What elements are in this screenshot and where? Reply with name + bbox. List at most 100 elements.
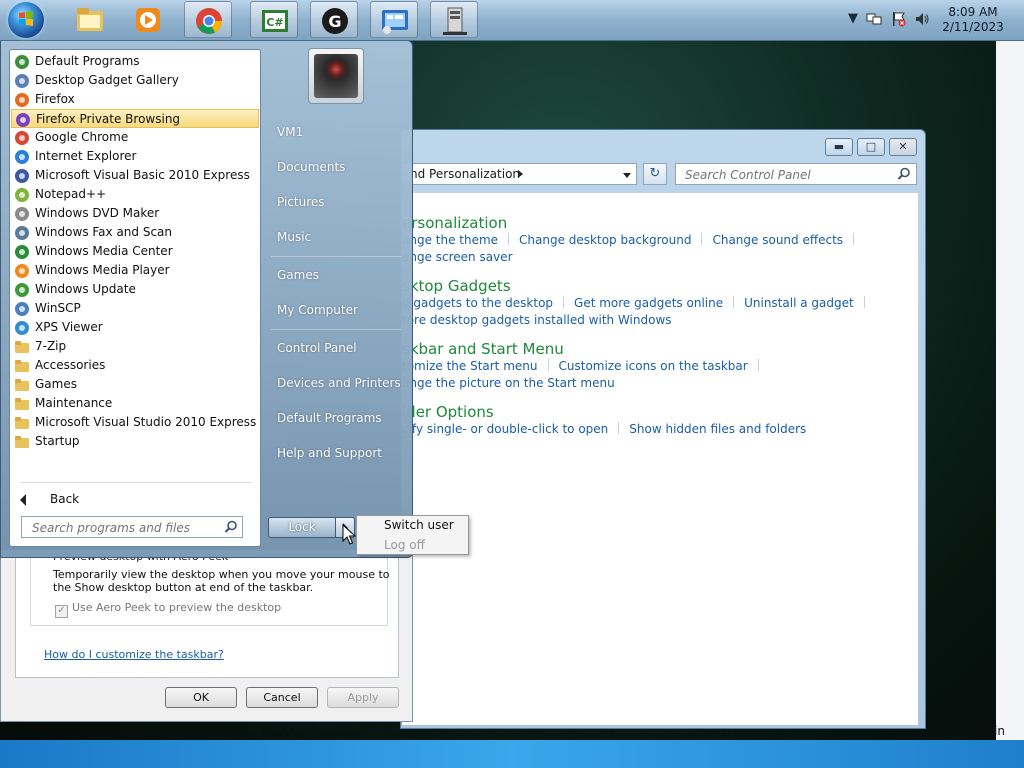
start-item-vm1[interactable]: VM1 bbox=[267, 117, 407, 147]
taskbar-server[interactable] bbox=[430, 1, 478, 38]
svg-text:G: G bbox=[328, 12, 341, 31]
taskbar-csharp[interactable]: C# bbox=[250, 1, 298, 38]
program-item-windows-dvd-maker[interactable]: Windows DVD Maker bbox=[11, 204, 259, 223]
taskbar: C# G ▼ 8:09 AM 2/11/2023 bbox=[0, 0, 1024, 41]
link-restore-gadgets[interactable]: tore desktop gadgets installed with Wind… bbox=[402, 313, 672, 327]
network-icon[interactable] bbox=[866, 11, 882, 27]
program-item-maintenance[interactable]: Maintenance bbox=[11, 394, 259, 413]
start-item-documents[interactable]: Documents bbox=[267, 152, 407, 182]
program-item-startup[interactable]: Startup bbox=[11, 432, 259, 451]
program-item-notepad[interactable]: Notepad++ bbox=[11, 185, 259, 204]
program-item-accessories[interactable]: Accessories bbox=[11, 356, 259, 375]
program-item-microsoft-visual-basic-2010-express[interactable]: Microsoft Visual Basic 2010 Express bbox=[11, 166, 259, 185]
program-item-windows-update[interactable]: Windows Update bbox=[11, 280, 259, 299]
search-icon[interactable] bbox=[224, 520, 238, 534]
background-text-fragment: in bbox=[994, 724, 1005, 738]
link-sound-effects[interactable]: Change sound effects bbox=[712, 233, 843, 247]
taskbar-chrome[interactable] bbox=[184, 1, 232, 38]
minimize-button[interactable]: ▬ bbox=[825, 138, 853, 156]
link-change-theme[interactable]: ange the theme bbox=[402, 233, 498, 247]
search-input[interactable] bbox=[683, 165, 887, 185]
program-item-desktop-gadget-gallery[interactable]: Desktop Gadget Gallery bbox=[11, 71, 259, 90]
taskbar-control-panel[interactable] bbox=[370, 1, 418, 38]
start-item-default-programs[interactable]: Default Programs bbox=[267, 403, 407, 433]
program-item-firefox[interactable]: Firefox bbox=[11, 90, 259, 109]
start-item-pictures[interactable]: Pictures bbox=[267, 187, 407, 217]
section-title[interactable]: sktop Gadgets bbox=[402, 277, 875, 295]
close-button[interactable]: ✕ bbox=[889, 138, 917, 156]
show-hidden-icons-arrow[interactable]: ▼ bbox=[845, 11, 861, 27]
help-link[interactable]: How do I customize the taskbar? bbox=[44, 648, 224, 661]
system-clock[interactable]: 8:09 AM 2/11/2023 bbox=[940, 5, 1006, 35]
control-panel-content: ersonalization ange the theme Change desk… bbox=[401, 193, 918, 725]
start-item-devices-printers[interactable]: Devices and Printers bbox=[267, 368, 407, 398]
logitech-g-icon: G bbox=[322, 8, 348, 34]
firefox-private-icon bbox=[15, 112, 31, 128]
address-bar[interactable]: nd Personalization bbox=[401, 163, 637, 185]
program-item-firefox-private-browsing[interactable]: Firefox Private Browsing bbox=[11, 109, 259, 128]
program-item-games[interactable]: Games bbox=[11, 375, 259, 394]
link-customize-icons[interactable]: Customize icons on the taskbar bbox=[559, 359, 748, 373]
taskbar-explorer[interactable] bbox=[66, 1, 114, 38]
link-hidden-files[interactable]: Show hidden files and folders bbox=[629, 422, 806, 436]
program-item-google-chrome[interactable]: Google Chrome bbox=[11, 128, 259, 147]
link-single-double-click[interactable]: cify single- or double-click to open bbox=[402, 422, 608, 436]
taskbar-media-player[interactable] bbox=[124, 1, 172, 38]
switch-user-item[interactable]: Switch user bbox=[357, 516, 468, 535]
link-add-gadgets[interactable]: d gadgets to the desktop bbox=[402, 296, 553, 310]
maximize-button[interactable]: □ bbox=[857, 138, 885, 156]
volume-icon[interactable] bbox=[914, 11, 930, 27]
link-uninstall-gadget[interactable]: Uninstall a gadget bbox=[744, 296, 854, 310]
menu-item-label: Log off bbox=[384, 538, 425, 552]
action-center-flag-icon[interactable] bbox=[891, 11, 907, 27]
link-customize-start[interactable]: tomize the Start menu bbox=[402, 359, 538, 373]
control-panel-search[interactable] bbox=[675, 163, 917, 185]
search-icon[interactable] bbox=[897, 167, 911, 181]
program-item-windows-media-player[interactable]: Windows Media Player bbox=[11, 261, 259, 280]
breadcrumb-arrow-icon[interactable] bbox=[518, 170, 523, 178]
windows-logo-icon bbox=[19, 11, 33, 26]
start-search-box[interactable] bbox=[21, 516, 243, 538]
avatar-picture bbox=[314, 54, 358, 98]
program-item-internet-explorer[interactable]: Internet Explorer bbox=[11, 147, 259, 166]
link-more-gadgets[interactable]: Get more gadgets online bbox=[574, 296, 723, 310]
dvd-maker-icon bbox=[14, 206, 30, 222]
chrome-icon bbox=[14, 130, 30, 146]
start-button[interactable] bbox=[4, 1, 46, 39]
cancel-button[interactable]: Cancel bbox=[246, 687, 318, 708]
start-item-music[interactable]: Music bbox=[267, 222, 407, 252]
fax-scan-icon bbox=[14, 225, 30, 241]
log-off-item[interactable]: Log off bbox=[357, 536, 468, 555]
start-item-my-computer[interactable]: My Computer bbox=[267, 295, 407, 325]
section-title[interactable]: ersonalization bbox=[402, 214, 864, 232]
program-item-xps-viewer[interactable]: XPS Viewer bbox=[11, 318, 259, 337]
start-item-help-support[interactable]: Help and Support bbox=[267, 438, 407, 468]
csharp-express-icon: C# bbox=[262, 10, 288, 32]
program-item-windows-fax-and-scan[interactable]: Windows Fax and Scan bbox=[11, 223, 259, 242]
program-item-default-programs[interactable]: Default Programs bbox=[11, 52, 259, 71]
apply-button[interactable]: Apply bbox=[327, 687, 399, 708]
program-item-windows-media-center[interactable]: Windows Media Center bbox=[11, 242, 259, 261]
link-desktop-background[interactable]: Change desktop background bbox=[519, 233, 691, 247]
section-title[interactable]: lder Options bbox=[402, 403, 806, 421]
svg-text:C#: C# bbox=[266, 16, 283, 29]
program-item-winscp[interactable]: WinSCP bbox=[11, 299, 259, 318]
user-avatar[interactable] bbox=[308, 48, 364, 104]
ok-button[interactable]: OK bbox=[165, 687, 237, 708]
link-change-picture[interactable]: ange the picture on the Start menu bbox=[402, 376, 615, 390]
back-button[interactable]: Back bbox=[20, 490, 220, 510]
section-title[interactable]: skbar and Start Menu bbox=[402, 340, 769, 358]
chevron-down-icon[interactable] bbox=[623, 173, 631, 178]
program-label: Firefox bbox=[35, 92, 75, 106]
start-item-control-panel[interactable]: Control Panel bbox=[267, 333, 407, 363]
lock-button[interactable]: Lock bbox=[268, 517, 336, 538]
search-input[interactable] bbox=[30, 518, 224, 538]
program-item-7-zip[interactable]: 7-Zip bbox=[11, 337, 259, 356]
link-screen-saver[interactable]: ange screen saver bbox=[402, 250, 513, 264]
refresh-button[interactable]: ↻ bbox=[643, 163, 667, 185]
aero-peek-checkbox[interactable]: ✓ Use Aero Peek to preview the desktop bbox=[55, 601, 281, 618]
taskbar-logitech[interactable]: G bbox=[310, 1, 358, 38]
start-item-games[interactable]: Games bbox=[267, 260, 407, 290]
program-label: Microsoft Visual Studio 2010 Express bbox=[35, 415, 257, 429]
program-item-microsoft-visual-studio-2010-express[interactable]: Microsoft Visual Studio 2010 Express bbox=[11, 413, 259, 432]
